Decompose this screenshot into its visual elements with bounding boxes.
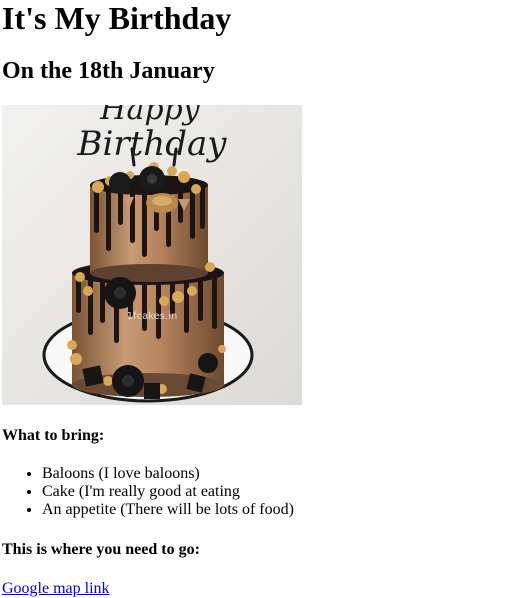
bring-list: Baloons (I love baloons) Cake (I'm reall… xyxy=(2,465,294,519)
list-item: Cake (I'm really good at eating xyxy=(42,483,294,501)
google-map-link[interactable]: Google map link xyxy=(2,579,110,598)
page-title: It's My Birthday xyxy=(2,0,232,36)
directions-heading: This is where you need to go: xyxy=(2,541,200,558)
page-subtitle: On the 18th January xyxy=(2,58,215,84)
image-watermark: 1fcakes.in xyxy=(127,311,178,322)
birthday-cake-image: Happy Birthday 1fcakes.in xyxy=(2,105,302,405)
what-to-bring-heading: What to bring: xyxy=(2,427,105,444)
topper-line2: Birthday xyxy=(77,124,228,164)
list-item: Baloons (I love baloons) xyxy=(42,465,294,483)
list-item: An appetite (There will be lots of food) xyxy=(42,501,294,519)
